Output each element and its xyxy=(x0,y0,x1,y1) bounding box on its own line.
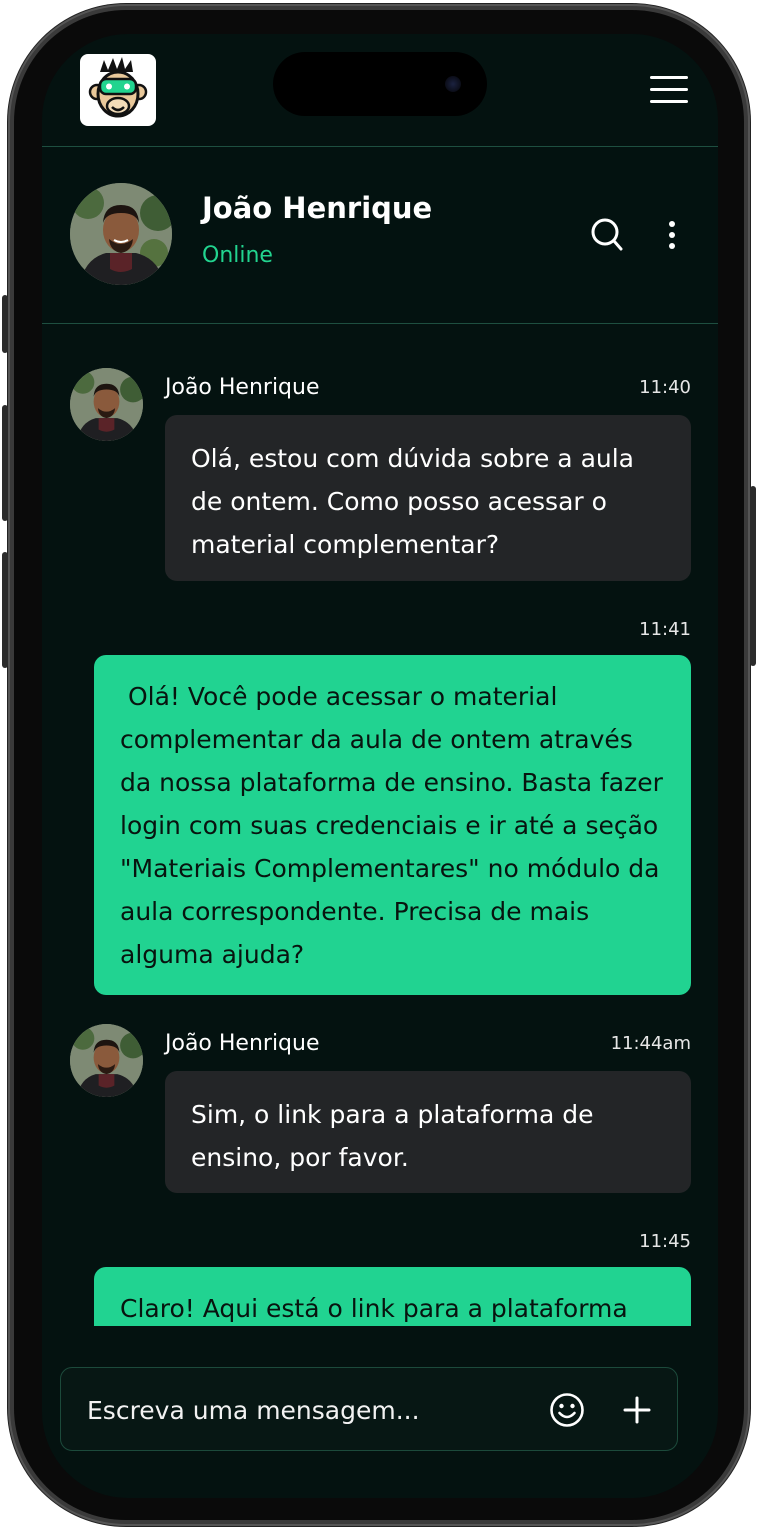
more-options-icon[interactable] xyxy=(660,217,684,253)
message-time: 11:40 xyxy=(639,377,691,398)
volume-down-button xyxy=(2,552,8,668)
emoji-icon[interactable] xyxy=(549,1392,585,1428)
add-attachment-icon[interactable] xyxy=(621,1394,653,1426)
message-sender: João Henrique xyxy=(165,375,320,400)
outgoing-message-bubble[interactable]: Claro! Aqui está o link para a plataform… xyxy=(94,1267,691,1326)
message-list[interactable]: João Henrique 11:40 Olá, estou com dúvid… xyxy=(42,323,718,1326)
volume-up-button xyxy=(2,405,8,521)
sender-avatar xyxy=(70,1024,143,1097)
search-icon[interactable] xyxy=(590,217,624,253)
message-time: 11:45 xyxy=(639,1231,691,1252)
contact-status: Online xyxy=(202,243,273,268)
chat-header: João Henrique Online xyxy=(42,146,718,324)
contact-name: João Henrique xyxy=(202,191,433,225)
message-time: 11:41 xyxy=(639,619,691,640)
sender-avatar xyxy=(70,368,143,441)
incoming-message-bubble[interactable]: Olá, estou com dúvida sobre a aula de on… xyxy=(165,415,691,581)
incoming-message-bubble[interactable]: Sim, o link para a plataforma de ensino,… xyxy=(165,1071,691,1193)
dynamic-island xyxy=(273,52,487,116)
contact-avatar[interactable] xyxy=(70,183,172,285)
message-sender: João Henrique xyxy=(165,1031,320,1056)
camera-icon xyxy=(445,76,461,92)
outgoing-message-bubble[interactable]: Olá! Você pode acessar o material comple… xyxy=(94,655,691,995)
action-button xyxy=(2,295,8,353)
app-screen: João Henrique Online João Henrique 11:40… xyxy=(42,34,718,1498)
message-input[interactable] xyxy=(85,1386,529,1434)
message-composer xyxy=(60,1367,678,1451)
message-time: 11:44am xyxy=(610,1033,691,1054)
monkey-gamer-logo[interactable] xyxy=(80,54,156,126)
power-button xyxy=(750,486,756,666)
hamburger-menu-icon[interactable] xyxy=(650,76,688,104)
logo-icon xyxy=(88,57,148,118)
